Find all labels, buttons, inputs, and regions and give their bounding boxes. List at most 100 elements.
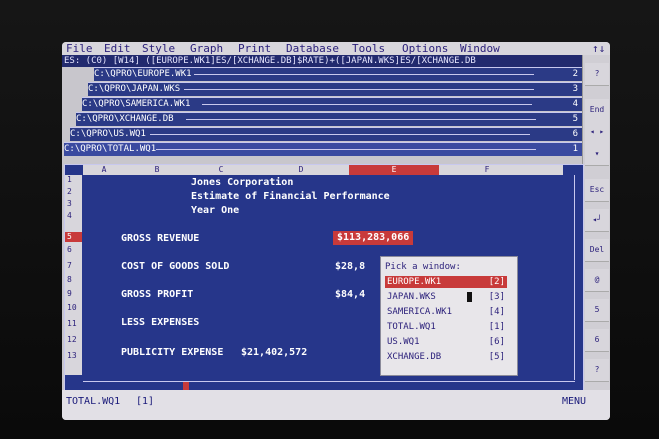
cell-label-profit[interactable]: GROSS PROFIT bbox=[121, 289, 193, 301]
row-8[interactable]: 8 bbox=[65, 275, 82, 285]
window-title: C:\QPRO\EUROPE.WK1 bbox=[94, 69, 192, 79]
window-strip-japan[interactable]: C:\QPRO\JAPAN.WKS 3 bbox=[88, 82, 582, 96]
divider bbox=[156, 149, 536, 150]
row-10[interactable]: 10 bbox=[65, 303, 82, 313]
row-5[interactable]: 5 bbox=[65, 232, 82, 242]
pick-item-samerica[interactable]: SAMERICA.WK1 bbox=[387, 306, 452, 318]
window-title: C:\QPRO\TOTAL.WQ1 bbox=[64, 144, 157, 154]
cell-value-publicity[interactable]: $21,402,572 bbox=[241, 347, 307, 359]
scroll-thumb[interactable] bbox=[183, 382, 189, 390]
menu-database[interactable]: Database bbox=[286, 42, 339, 55]
row-7[interactable]: 7 bbox=[65, 261, 82, 271]
cell-label-publicity[interactable]: PUBLICITY EXPENSE bbox=[121, 347, 223, 359]
col-c[interactable]: C bbox=[189, 165, 253, 175]
del-button[interactable]: Del bbox=[585, 239, 609, 262]
menu-print[interactable]: Print bbox=[238, 42, 271, 55]
column-header: A B C D E F bbox=[83, 165, 563, 175]
window-strip-total[interactable]: C:\QPRO\TOTAL.WQ1 1 bbox=[64, 142, 582, 156]
menu-window[interactable]: Window bbox=[460, 42, 500, 55]
divider bbox=[184, 89, 534, 90]
window-strip-samerica[interactable]: C:\QPRO\SAMERICA.WK1 4 bbox=[82, 97, 582, 111]
vertical-scrollbar[interactable] bbox=[574, 175, 583, 380]
cell-value-revenue-selected[interactable]: $113,283,066 bbox=[333, 231, 414, 245]
pick-item-us[interactable]: US.WQ1 bbox=[387, 336, 420, 348]
pick-num-samerica: [4] bbox=[488, 307, 505, 317]
pick-num-total: [1] bbox=[488, 322, 505, 332]
end-button[interactable]: End bbox=[585, 99, 609, 122]
status-mode: MENU bbox=[562, 396, 587, 407]
divider bbox=[186, 119, 536, 120]
pick-window-dialog: Pick a window: EUROPE.WK1 [2] JAPAN.WKS … bbox=[380, 256, 518, 376]
dialog-title: Pick a window: bbox=[385, 262, 461, 272]
divider bbox=[150, 134, 530, 135]
window-number: 3 bbox=[572, 84, 578, 94]
cell-label-revenue[interactable]: GROSS REVENUE bbox=[121, 233, 199, 245]
window-strip-europe[interactable]: C:\QPRO\EUROPE.WK1 2 bbox=[94, 67, 582, 81]
arrows-icon[interactable]: ◂ ▸ bbox=[585, 121, 609, 144]
col-b[interactable]: B bbox=[125, 165, 189, 175]
window-number: 1 bbox=[572, 144, 578, 154]
row-11[interactable]: 11 bbox=[65, 319, 82, 329]
divider bbox=[194, 74, 534, 75]
button-6[interactable]: 6 bbox=[585, 329, 609, 352]
menu-bar: File Edit Style Graph Print Database Too… bbox=[62, 42, 610, 55]
menu-style[interactable]: Style bbox=[142, 42, 175, 55]
menu-edit[interactable]: Edit bbox=[104, 42, 131, 55]
enter-icon[interactable]: ◂┘ bbox=[585, 209, 609, 232]
screen: File Edit Style Graph Print Database Too… bbox=[62, 42, 610, 420]
row-1[interactable]: 1 bbox=[65, 175, 82, 185]
cell-value-profit[interactable]: $84,4 bbox=[335, 289, 365, 301]
pick-num-japan: [3] bbox=[488, 292, 505, 302]
pick-item-japan[interactable]: JAPAN.WKS bbox=[387, 291, 436, 303]
text-cursor bbox=[467, 292, 472, 302]
window-title: C:\QPRO\XCHANGE.DB bbox=[76, 114, 174, 124]
esc-button[interactable]: Esc bbox=[585, 179, 609, 202]
row-9[interactable]: 9 bbox=[65, 289, 82, 299]
cell-label-cogs[interactable]: COST OF GOODS SOLD bbox=[121, 261, 229, 273]
col-f[interactable]: F bbox=[439, 165, 535, 175]
menu-tools[interactable]: Tools bbox=[352, 42, 385, 55]
row-header: 1 2 3 4 5 6 7 8 9 10 11 12 13 bbox=[65, 175, 82, 375]
window-number: 5 bbox=[572, 114, 578, 124]
cell-title-company[interactable]: Jones Corporation bbox=[191, 177, 293, 189]
row-2[interactable]: 2 bbox=[65, 187, 82, 197]
down-arrow-icon[interactable]: ▾ bbox=[585, 143, 609, 166]
button-5[interactable]: 5 bbox=[585, 299, 609, 322]
speedbar: ? End ◂ ▸ ▾ Esc ◂┘ Del @ 5 6 ? bbox=[582, 55, 610, 407]
cell-title-year[interactable]: Year One bbox=[191, 205, 239, 217]
at-button[interactable]: @ bbox=[585, 269, 609, 292]
menu-file[interactable]: File bbox=[66, 42, 93, 55]
window-strip-xchange[interactable]: C:\QPRO\XCHANGE.DB 5 bbox=[76, 112, 582, 126]
help-button[interactable]: ? bbox=[585, 63, 609, 86]
menu-options[interactable]: Options bbox=[402, 42, 448, 55]
question-button[interactable]: ? bbox=[585, 359, 609, 382]
input-line[interactable]: ES: (C0) [W14] ([EUROPE.WK1]ES/[XCHANGE.… bbox=[62, 55, 584, 67]
col-a[interactable]: A bbox=[83, 165, 125, 175]
window-number: 2 bbox=[572, 69, 578, 79]
window-title: C:\QPRO\JAPAN.WKS bbox=[88, 84, 181, 94]
pick-item-europe[interactable]: EUROPE.WK1 bbox=[387, 276, 441, 288]
row-4[interactable]: 4 bbox=[65, 211, 82, 221]
window-strip-us[interactable]: C:\QPRO\US.WQ1 6 bbox=[70, 127, 582, 141]
row-6[interactable]: 6 bbox=[65, 245, 82, 255]
col-d[interactable]: D bbox=[253, 165, 349, 175]
window-title: C:\QPRO\US.WQ1 bbox=[70, 129, 146, 139]
row-12[interactable]: 12 bbox=[65, 335, 82, 345]
cell-title-estimate[interactable]: Estimate of Financial Performance bbox=[191, 191, 390, 203]
pick-num-us: [6] bbox=[488, 337, 505, 347]
status-bar: TOTAL.WQ1 [1] MENU bbox=[62, 390, 610, 420]
status-file: TOTAL.WQ1 bbox=[66, 396, 121, 407]
menu-graph[interactable]: Graph bbox=[190, 42, 223, 55]
window-title: C:\QPRO\SAMERICA.WK1 bbox=[82, 99, 191, 109]
resize-arrows-icon[interactable]: ↑↓ bbox=[592, 42, 605, 55]
window-number: 4 bbox=[572, 99, 578, 109]
cell-label-expenses[interactable]: LESS EXPENSES bbox=[121, 317, 199, 329]
pick-item-total[interactable]: TOTAL.WQ1 bbox=[387, 321, 436, 333]
window-number: 6 bbox=[572, 129, 578, 139]
window-stack: C:\QPRO\EUROPE.WK1 2 C:\QPRO\JAPAN.WKS 3… bbox=[64, 67, 582, 165]
pick-item-xchange[interactable]: XCHANGE.DB bbox=[387, 351, 441, 363]
row-13[interactable]: 13 bbox=[65, 351, 82, 361]
cell-value-cogs[interactable]: $28,8 bbox=[335, 261, 365, 273]
row-3[interactable]: 3 bbox=[65, 199, 82, 209]
col-e[interactable]: E bbox=[349, 165, 439, 175]
